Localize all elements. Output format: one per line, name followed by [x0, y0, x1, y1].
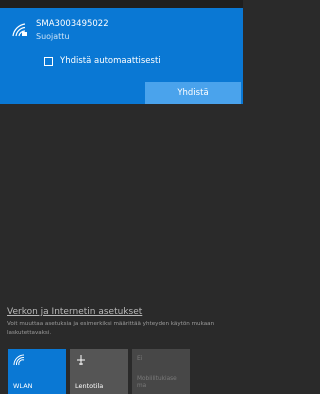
wlan-tile[interactable]: WLAN [8, 349, 66, 394]
airplane-icon [77, 355, 85, 365]
network-settings-link[interactable]: Verkon ja Internetin asetukset [7, 307, 142, 318]
hotspot-state: Ei [137, 355, 143, 362]
top-strip [0, 0, 243, 8]
wifi-icon [13, 354, 25, 366]
network-settings-description: Voit muuttaa asetuksia ja esimerkiksi mä… [7, 321, 215, 336]
airplane-mode-label: Lentotila [75, 382, 104, 390]
mobile-hotspot-label: Mobiilitukiase ma [137, 376, 177, 389]
mobile-hotspot-tile[interactable]: Ei Mobiilitukiase ma [132, 349, 190, 394]
connect-button[interactable]: Yhdistä [145, 82, 241, 104]
wifi-secured-icon [12, 23, 27, 37]
auto-connect-checkbox[interactable] [44, 57, 53, 66]
network-status: Suojattu [36, 32, 70, 41]
network-name: SMA3003495022 [36, 19, 109, 29]
wlan-label: WLAN [13, 382, 33, 390]
airplane-mode-tile[interactable]: Lentotila [70, 349, 128, 394]
auto-connect-label[interactable]: Yhdistä automaattisesti [60, 56, 161, 67]
selected-network-panel[interactable]: SMA3003495022 Suojattu Yhdistä automaatt… [0, 8, 243, 104]
